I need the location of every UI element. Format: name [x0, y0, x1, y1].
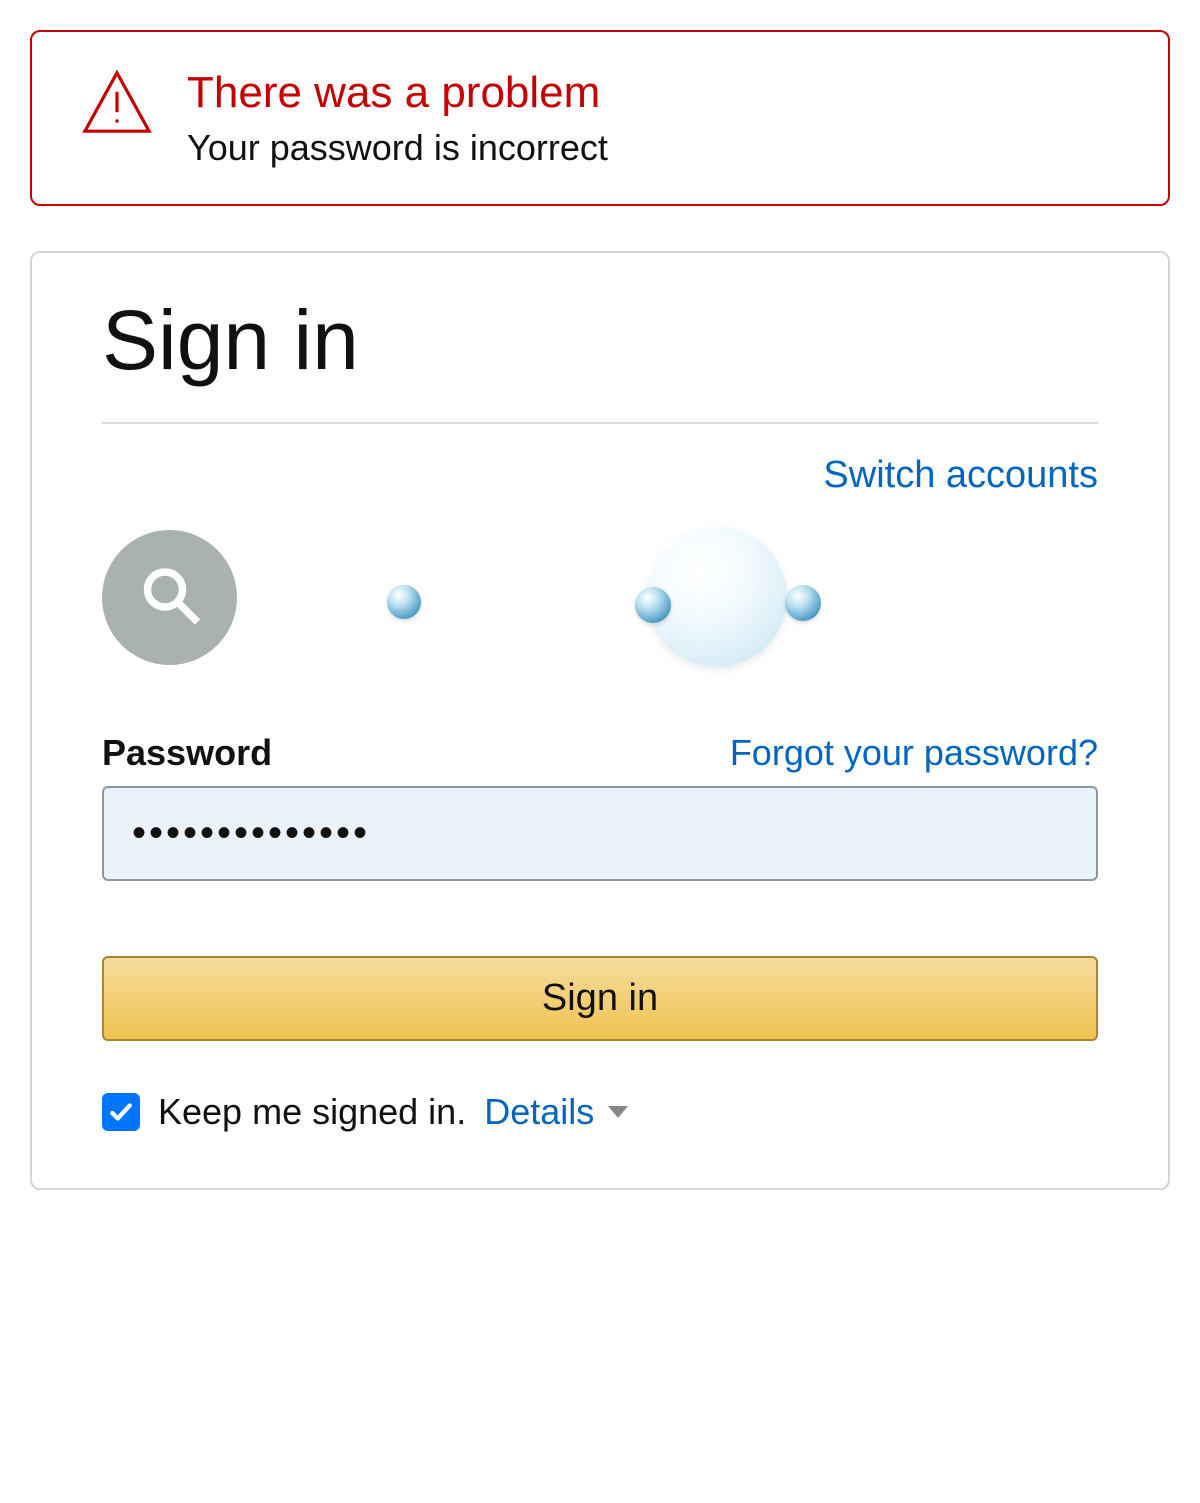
- details-link[interactable]: Details: [484, 1091, 628, 1133]
- avatar-icon: [102, 530, 237, 665]
- password-label: Password: [102, 732, 272, 774]
- warning-triangle-icon: [82, 67, 152, 142]
- keep-signed-in-checkbox[interactable]: [102, 1093, 140, 1131]
- signin-card: Sign in Switch accounts Password Forgot …: [30, 251, 1170, 1190]
- details-link-text: Details: [484, 1091, 594, 1133]
- signin-heading: Sign in: [102, 298, 1098, 382]
- error-title: There was a problem: [187, 69, 608, 117]
- switch-accounts-link[interactable]: Switch accounts: [823, 454, 1098, 496]
- account-row: [102, 527, 1098, 667]
- error-message: Your password is incorrect: [187, 127, 608, 169]
- error-alert: There was a problem Your password is inc…: [30, 30, 1170, 206]
- forgot-password-link[interactable]: Forgot your password?: [730, 732, 1098, 774]
- caret-down-icon: [608, 1106, 628, 1118]
- keep-signed-in-label: Keep me signed in.: [158, 1091, 466, 1133]
- account-decoration: [277, 527, 1098, 667]
- signin-button[interactable]: Sign in: [102, 956, 1098, 1041]
- password-input[interactable]: [102, 786, 1098, 881]
- error-text: There was a problem Your password is inc…: [187, 67, 608, 169]
- decorative-orb-icon: [785, 585, 821, 621]
- divider: [102, 422, 1098, 424]
- decorative-orb-icon: [387, 585, 421, 619]
